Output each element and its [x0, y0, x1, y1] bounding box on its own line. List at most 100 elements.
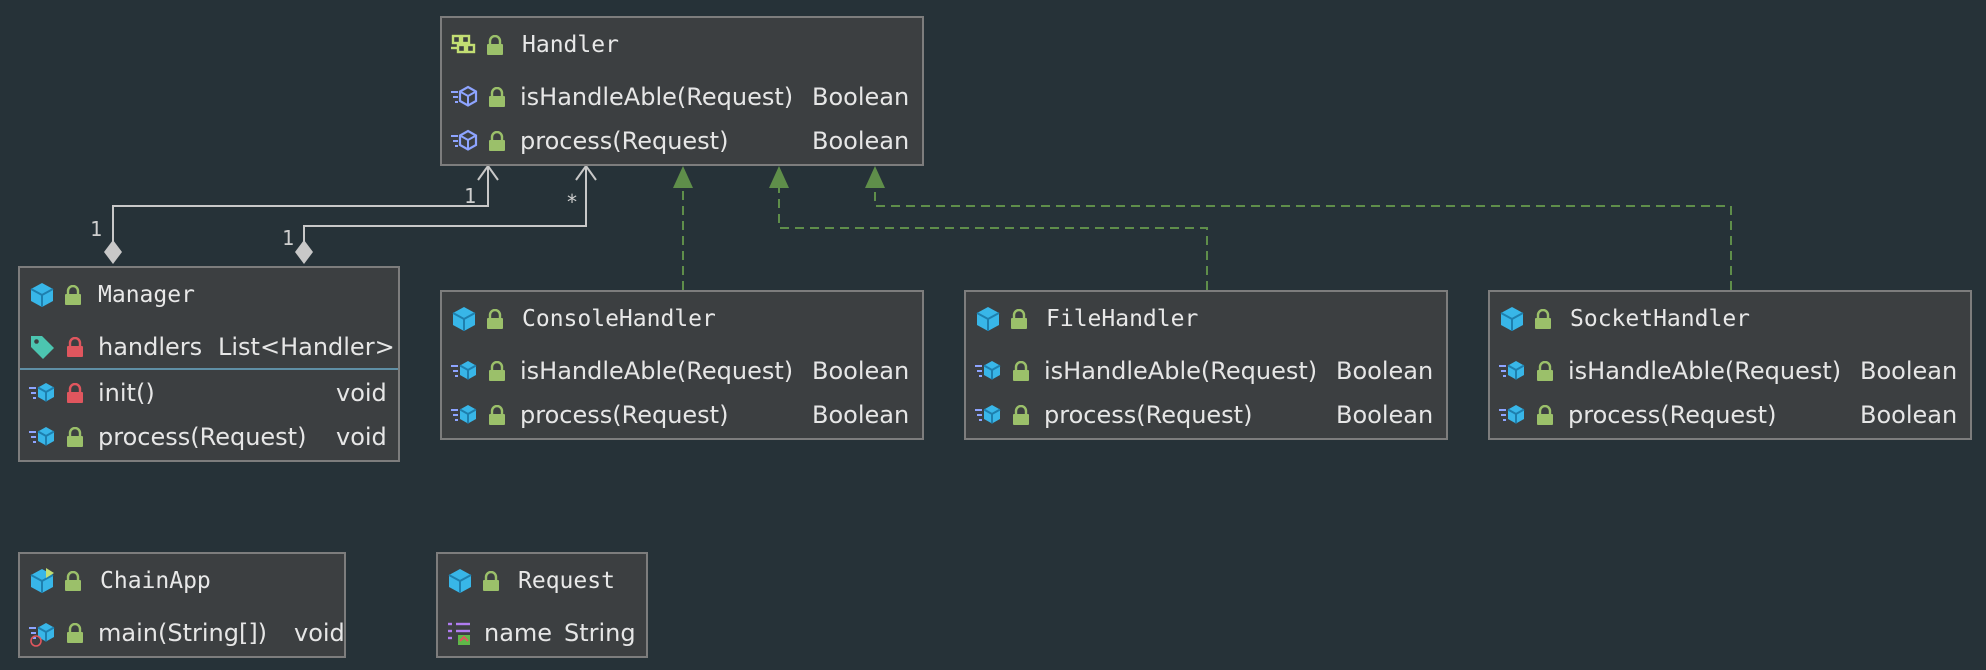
lock-icon — [483, 571, 499, 591]
lock-icon — [1013, 361, 1029, 381]
method-icon — [29, 383, 55, 402]
method-row: process(Request) Boolean — [1490, 394, 1970, 436]
handler-interface-box[interactable]: Handler isHandleAble(Request) Boolean pr… — [440, 16, 924, 166]
runnable-class-icon — [30, 568, 54, 593]
impl-line-file — [778, 186, 1208, 290]
method-row: main(String[]) void — [20, 612, 345, 654]
static-method-icon — [29, 623, 55, 647]
method-name: process(Request) — [520, 127, 729, 155]
field-type: List<Handler> — [218, 333, 395, 361]
lock-icon — [487, 309, 503, 329]
lock-icon — [67, 337, 83, 357]
method-row: process(Request) Boolean — [442, 394, 922, 436]
method-name: process(Request) — [1044, 401, 1253, 429]
impl-arrow-file — [769, 166, 789, 188]
method-name: init() — [98, 379, 155, 407]
class-title: ChainApp — [100, 568, 211, 594]
method-icon — [451, 361, 477, 380]
multiplicity-manager-b: 1 — [282, 226, 295, 250]
method-type: Boolean — [1336, 357, 1434, 385]
method-name: isHandleAble(Request) — [520, 83, 794, 111]
method-row: process(Request) Boolean — [442, 120, 922, 162]
class-icon — [976, 307, 1000, 331]
abstract-method-icon — [451, 129, 478, 151]
method-row: init() void — [20, 372, 398, 414]
method-type: void — [336, 423, 387, 451]
method-name: main(String[]) — [98, 619, 268, 647]
manager-class-box[interactable]: Manager handlers List<Handler> init() vo… — [18, 266, 400, 462]
impl-arrow-socket — [865, 166, 885, 188]
lock-icon — [1537, 361, 1553, 381]
field-name: name — [484, 619, 553, 647]
method-icon — [1499, 361, 1525, 380]
method-name: isHandleAble(Request) — [1044, 357, 1318, 385]
class-icon — [452, 307, 476, 331]
method-row: isHandleAble(Request) Boolean — [442, 76, 922, 118]
method-type: Boolean — [1336, 401, 1434, 429]
class-title: Request — [518, 568, 615, 594]
console-handler-header: ConsoleHandler — [442, 298, 922, 340]
method-type: void — [336, 379, 387, 407]
aggregation-diamond-a — [104, 240, 122, 264]
class-icon — [1500, 307, 1524, 331]
method-type: Boolean — [812, 83, 910, 111]
multiplicity-manager-a: 1 — [90, 217, 103, 241]
lock-icon — [67, 383, 83, 403]
aggregation-diamond-b — [295, 240, 313, 264]
lock-icon — [1535, 309, 1551, 329]
method-icon — [451, 405, 477, 424]
class-icon — [30, 283, 54, 307]
lock-icon — [489, 131, 505, 151]
class-title: Handler — [522, 32, 619, 58]
method-type: Boolean — [812, 357, 910, 385]
request-class-box[interactable]: Request name String — [436, 552, 648, 658]
method-row: isHandleAble(Request) Boolean — [1490, 350, 1970, 392]
method-name: isHandleAble(Request) — [1568, 357, 1842, 385]
method-name: process(Request) — [520, 401, 729, 429]
method-name: process(Request) — [98, 423, 307, 451]
method-row: process(Request) Boolean — [966, 394, 1446, 436]
console-handler-class-box[interactable]: ConsoleHandler isHandleAble(Request) Boo… — [440, 290, 924, 440]
handler-header: Handler — [442, 24, 922, 66]
method-name: isHandleAble(Request) — [520, 357, 794, 385]
field-type: String — [564, 619, 636, 647]
field-row: handlers List<Handler> — [20, 326, 398, 368]
chain-app-class-box[interactable]: ChainApp main(String[]) void — [18, 552, 346, 658]
socket-handler-class-box[interactable]: SocketHandler isHandleAble(Request) Bool… — [1488, 290, 1972, 440]
method-type: Boolean — [1860, 401, 1958, 429]
lock-icon — [1537, 405, 1553, 425]
property-icon — [448, 622, 470, 645]
method-icon — [975, 361, 1001, 380]
multiplicity-handler-a: 1 — [464, 184, 477, 208]
lock-icon — [67, 623, 83, 643]
lock-icon — [65, 571, 81, 591]
class-title: FileHandler — [1046, 306, 1199, 332]
tag-icon — [31, 336, 54, 359]
method-row: isHandleAble(Request) Boolean — [966, 350, 1446, 392]
aggregation-line-b — [303, 166, 587, 250]
class-icon — [448, 569, 472, 593]
lock-icon — [487, 35, 503, 55]
method-type: Boolean — [812, 127, 910, 155]
impl-arrow-console — [673, 166, 693, 188]
file-handler-header: FileHandler — [966, 298, 1446, 340]
lock-icon — [1013, 405, 1029, 425]
method-row: process(Request) void — [20, 416, 398, 458]
field-name: handlers — [98, 333, 203, 361]
socket-handler-header: SocketHandler — [1490, 298, 1970, 340]
multiplicity-handler-b: * — [566, 190, 579, 214]
request-header: Request — [438, 560, 646, 602]
class-title: Manager — [98, 282, 195, 308]
impl-line-socket — [874, 186, 1732, 290]
method-type: void — [294, 619, 345, 647]
lock-icon — [489, 405, 505, 425]
manager-header: Manager — [20, 274, 398, 316]
lock-icon — [65, 285, 81, 305]
section-divider — [20, 368, 398, 370]
method-icon — [1499, 405, 1525, 424]
method-row: isHandleAble(Request) Boolean — [442, 350, 922, 392]
file-handler-class-box[interactable]: FileHandler isHandleAble(Request) Boolea… — [964, 290, 1448, 440]
aggregation-line-a — [112, 166, 489, 250]
method-icon — [29, 427, 55, 446]
lock-icon — [67, 427, 83, 447]
